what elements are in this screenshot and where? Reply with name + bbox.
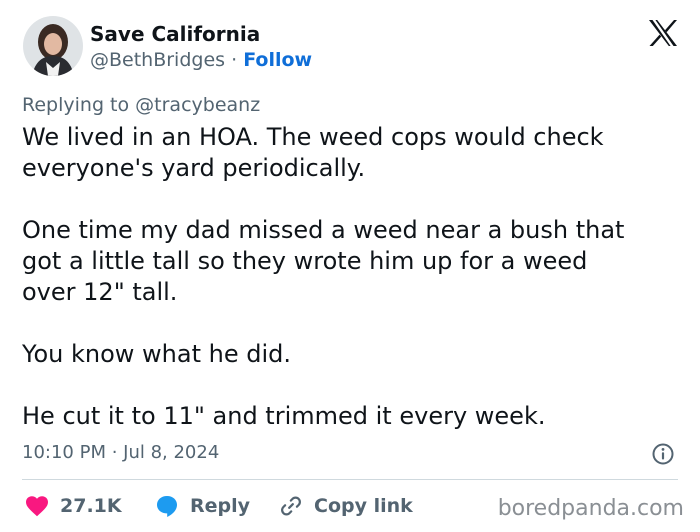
tweet-paragraph: You know what he did. <box>22 339 687 370</box>
info-icon[interactable] <box>651 442 675 466</box>
timestamp[interactable]: 10:10 PM · Jul 8, 2024 <box>22 441 219 465</box>
tweet-body: We lived in an HOA. The weed cops would … <box>22 122 687 432</box>
speech-bubble-icon <box>157 496 177 517</box>
heart-icon <box>26 496 48 517</box>
handle-row: @BethBridges · Follow <box>90 48 312 72</box>
replying-to: Replying to @tracybeanz <box>22 93 260 117</box>
tweet-line: got a little tall so they wrote him up f… <box>22 247 588 275</box>
replying-to-label: Replying to <box>22 94 130 116</box>
reply-button[interactable]: Reply <box>155 492 250 520</box>
x-logo-icon[interactable] <box>648 19 678 47</box>
tweet-line: We lived in an HOA. The weed cops would … <box>22 123 604 151</box>
like-count: 27.1K <box>60 495 122 517</box>
tweet-paragraph: We lived in an HOA. The weed cops would … <box>22 122 687 184</box>
tweet-line: over 12" tall. <box>22 278 178 306</box>
reply-label: Reply <box>190 495 251 517</box>
watermark: boredpanda.com <box>497 496 684 521</box>
avatar[interactable] <box>23 16 83 76</box>
tweet-line: everyone's yard periodically. <box>22 154 366 182</box>
tweet-paragraph: He cut it to 11" and trimmed it every we… <box>22 401 687 432</box>
divider <box>22 479 678 480</box>
like-button[interactable]: 27.1K <box>25 492 122 520</box>
handle[interactable]: @BethBridges <box>90 49 225 71</box>
tweet-line: One time my dad missed a weed near a bus… <box>22 216 625 244</box>
tweet-paragraph: One time my dad missed a weed near a bus… <box>22 215 687 308</box>
handle-separator: · <box>231 49 238 71</box>
tweet-line: He cut it to 11" and trimmed it every we… <box>22 402 546 430</box>
display-name[interactable]: Save California <box>90 22 260 46</box>
copy-link-button[interactable]: Copy link <box>279 492 413 520</box>
link-icon <box>281 496 301 516</box>
copy-link-label: Copy link <box>314 495 413 517</box>
replying-to-mention[interactable]: @tracybeanz <box>135 94 260 116</box>
tweet-line: You know what he did. <box>22 340 292 368</box>
follow-button[interactable]: Follow <box>243 49 312 71</box>
